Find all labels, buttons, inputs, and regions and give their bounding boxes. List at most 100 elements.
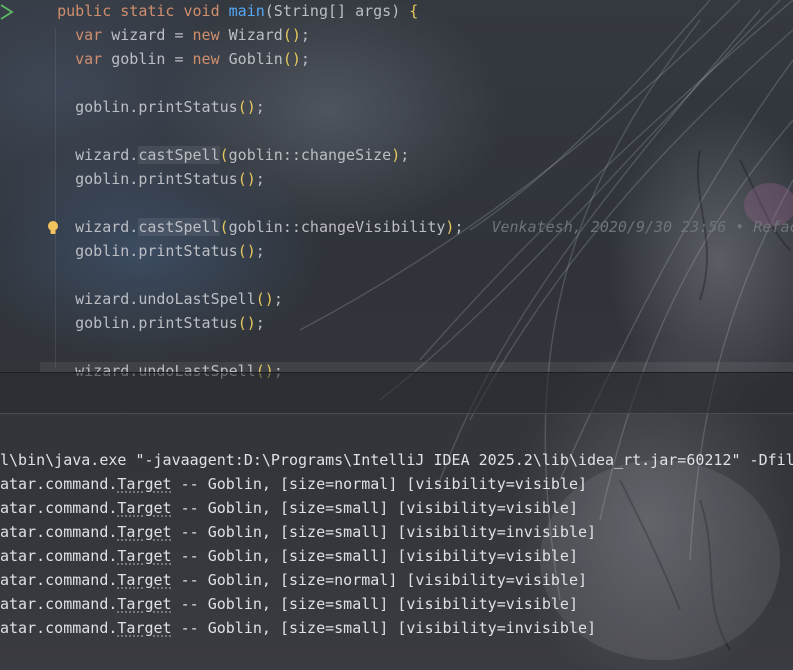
code-token: var: [75, 50, 112, 68]
code-token: (): [255, 290, 274, 308]
console-class-link[interactable]: Target: [117, 499, 171, 517]
run-tool-window-header: [0, 373, 793, 413]
console-message: -- Goblin, [size=small] [visibility=visi…: [171, 547, 578, 565]
code-token: main: [228, 2, 265, 20]
console-class-link[interactable]: Target: [117, 523, 171, 541]
code-token: ;: [255, 98, 265, 116]
code-token: (: [219, 146, 229, 164]
console-message: -- Goblin, [size=normal] [visibility=vis…: [171, 475, 588, 493]
code-token: (): [282, 50, 301, 68]
code-token: (): [237, 170, 256, 188]
code-token: goblin.printStatus: [75, 242, 238, 260]
code-token: goblin =: [111, 50, 193, 68]
console-class-prefix: atar.command.: [0, 523, 118, 541]
code-token: var: [75, 26, 112, 44]
code-token: goblin.printStatus: [75, 314, 238, 332]
code-line[interactable]: var goblin = new Goblin();: [39, 48, 310, 70]
code-token: ;: [273, 290, 283, 308]
code-token: goblin::changeVisibility: [228, 218, 446, 236]
code-token: (): [237, 98, 256, 116]
console-class-link[interactable]: Target: [117, 619, 171, 637]
code-token: (): [237, 242, 256, 260]
code-token: (): [282, 26, 301, 44]
console-output-line: atar.command.Target -- Goblin, [size=sma…: [0, 544, 578, 568]
code-token: goblin.printStatus: [75, 170, 238, 188]
code-token: goblin::changeSize: [228, 146, 392, 164]
code-token: ;: [454, 218, 464, 236]
console-output-line: atar.command.Target -- Goblin, [size=sma…: [0, 496, 578, 520]
code-token: ;: [255, 170, 265, 188]
console-class-prefix: atar.command.: [0, 571, 118, 589]
editor-divider: [0, 372, 793, 373]
console-message: -- Goblin, [size=small] [visibility=invi…: [171, 619, 597, 637]
code-token: args): [346, 2, 410, 20]
console-output-line: atar.command.Target -- Goblin, [size=sma…: [0, 520, 596, 544]
code-token: castSpell: [138, 146, 220, 164]
code-token: {: [409, 2, 419, 20]
code-token: []: [328, 2, 347, 20]
console-output-line: atar.command.Target -- Goblin, [size=nor…: [0, 472, 587, 496]
console-command-line: l\bin\java.exe "-javaagent:D:\Programs\I…: [0, 451, 793, 469]
code-token: (: [219, 218, 229, 236]
code-line[interactable]: goblin.printStatus();: [39, 240, 265, 262]
code-token: ;: [300, 26, 310, 44]
console-class-prefix: atar.command.: [0, 499, 118, 517]
code-line[interactable]: public static void main(String[] args) {: [39, 0, 418, 22]
console-class-link[interactable]: Target: [117, 547, 171, 565]
code-token: (): [237, 314, 256, 332]
code-token: new: [192, 26, 229, 44]
code-line[interactable]: wizard.castSpell(goblin::changeSize);: [39, 144, 409, 166]
console-class-prefix: atar.command.: [0, 475, 118, 493]
code-token: goblin.printStatus: [75, 98, 238, 116]
code-line[interactable]: wizard.undoLastSpell();: [39, 288, 283, 310]
code-token: castSpell: [138, 218, 220, 236]
code-token: ;: [400, 146, 410, 164]
console-output-line: atar.command.Target -- Goblin, [size=sma…: [0, 592, 578, 616]
code-token: wizard.: [75, 218, 139, 236]
code-line[interactable]: wizard.castSpell(goblin::changeVisibilit…: [39, 216, 793, 238]
code-token: ;: [255, 242, 265, 260]
tool-window-divider: [0, 413, 793, 414]
code-token: ): [391, 146, 401, 164]
console-class-link[interactable]: Target: [117, 571, 171, 589]
console-class-prefix: atar.command.: [0, 595, 118, 613]
run-console[interactable]: l\bin\java.exe "-javaagent:D:\Programs\I…: [0, 448, 793, 670]
code-line[interactable]: goblin.printStatus();: [39, 168, 265, 190]
console-class-prefix: atar.command.: [0, 547, 118, 565]
code-token: ;: [300, 50, 310, 68]
code-line[interactable]: var wizard = new Wizard();: [39, 24, 310, 46]
git-blame-annotation[interactable]: Venkatesh, 2020/9/30 23:56 • Refac: [491, 218, 793, 236]
console-message: -- Goblin, [size=small] [visibility=invi…: [171, 523, 597, 541]
console-output-line: atar.command.Target -- Goblin, [size=sma…: [0, 616, 596, 640]
code-token: new: [192, 50, 229, 68]
code-editor[interactable]: public static void main(String[] args) {…: [0, 0, 793, 380]
console-class-link[interactable]: Target: [117, 595, 171, 613]
code-token: wizard =: [111, 26, 193, 44]
console-message: -- Goblin, [size=small] [visibility=visi…: [171, 499, 578, 517]
code-token: Goblin: [228, 50, 283, 68]
code-token: public static void: [57, 2, 229, 20]
run-gutter-icon[interactable]: [0, 4, 14, 20]
console-message: -- Goblin, [size=normal] [visibility=vis…: [171, 571, 588, 589]
code-token: wizard.undoLastSpell: [75, 290, 256, 308]
code-token: Wizard: [228, 26, 283, 44]
code-line[interactable]: goblin.printStatus();: [39, 312, 265, 334]
console-class-link[interactable]: Target: [117, 475, 171, 493]
console-output-line: atar.command.Target -- Goblin, [size=nor…: [0, 568, 587, 592]
code-line[interactable]: goblin.printStatus();: [39, 96, 265, 118]
console-message: -- Goblin, [size=small] [visibility=visi…: [171, 595, 578, 613]
code-token: (String: [264, 2, 328, 20]
console-class-prefix: atar.command.: [0, 619, 118, 637]
code-token: ;: [255, 314, 265, 332]
code-token: wizard.: [75, 146, 139, 164]
